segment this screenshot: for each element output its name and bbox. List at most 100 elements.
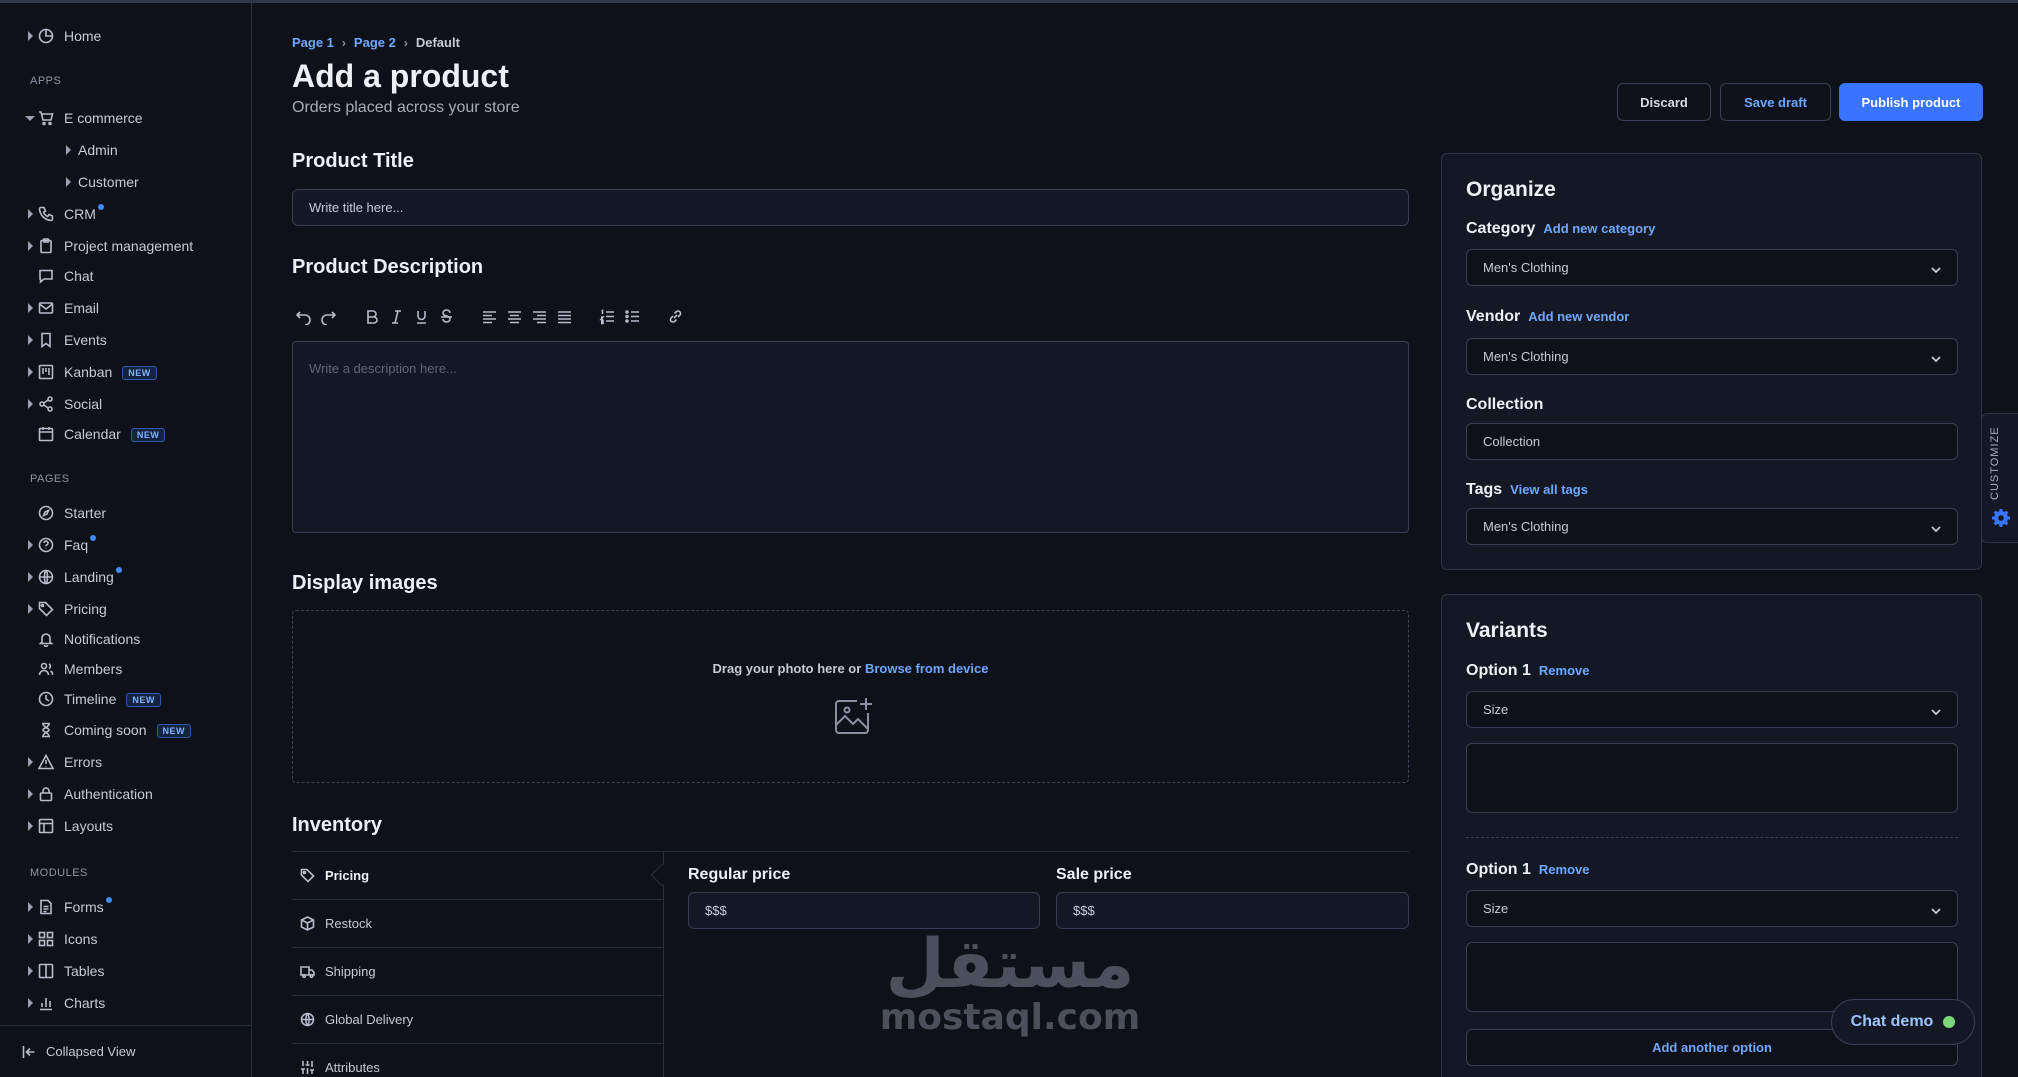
online-status-dot xyxy=(1943,1016,1956,1028)
caret-right-icon[interactable] xyxy=(28,757,33,767)
top-border xyxy=(0,0,2018,3)
caret-down-icon[interactable] xyxy=(25,116,35,121)
discard-button[interactable]: Discard xyxy=(1617,83,1711,121)
caret-right-icon[interactable] xyxy=(28,789,33,799)
breadcrumb-page2[interactable]: Page 2 xyxy=(354,35,396,50)
product-description-label: Product Description xyxy=(292,256,484,278)
vendor-select[interactable]: Men's Clothing xyxy=(1466,338,1958,375)
tags-value: Men's Clothing xyxy=(1483,519,1569,534)
option-value: Size xyxy=(1483,901,1509,916)
share-icon xyxy=(38,396,54,412)
collapsed-view-label: Collapsed View xyxy=(46,1044,136,1059)
remove-option-link[interactable]: Remove xyxy=(1539,663,1590,678)
tab-restock[interactable]: Restock xyxy=(292,900,664,948)
bullet-list-icon[interactable] xyxy=(621,305,643,327)
sidebar-item-label: Home xyxy=(64,28,102,44)
caret-right-icon[interactable] xyxy=(28,31,33,41)
image-dropzone[interactable]: Drag your photo here or Browse from devi… xyxy=(292,610,1409,783)
tags-select[interactable]: Men's Clothing xyxy=(1466,508,1958,545)
remove-option-link[interactable]: Remove xyxy=(1539,862,1590,877)
add-new-category-link[interactable]: Add new category xyxy=(1543,221,1655,236)
breadcrumb-page1[interactable]: Page 1 xyxy=(292,35,334,50)
tab-pricing[interactable]: Pricing xyxy=(292,852,664,900)
caret-right-icon[interactable] xyxy=(28,966,33,976)
customize-label: CUSTOMIZE xyxy=(1989,426,2001,500)
strikethrough-icon[interactable] xyxy=(435,305,457,327)
caret-right-icon[interactable] xyxy=(28,604,33,614)
caret-right-icon[interactable] xyxy=(28,209,33,219)
option-values-textarea[interactable] xyxy=(1466,743,1958,813)
italic-icon[interactable] xyxy=(385,305,407,327)
option-label-text: Option 1 xyxy=(1466,861,1531,878)
inventory-tabs: Pricing Restock Shipping Global Delivery… xyxy=(292,852,664,1077)
caret-right-icon[interactable] xyxy=(28,821,33,831)
caret-right-icon[interactable] xyxy=(28,241,33,251)
caret-right-icon[interactable] xyxy=(28,335,33,345)
display-images-label: Display images xyxy=(292,572,438,594)
notification-dot xyxy=(105,897,112,903)
align-center-icon[interactable] xyxy=(503,305,525,327)
redo-icon[interactable] xyxy=(317,305,339,327)
category-select[interactable]: Men's Clothing xyxy=(1466,249,1958,286)
sidebar-item-label: Faq xyxy=(64,537,89,553)
product-title-placeholder: Write title here... xyxy=(309,200,404,215)
organize-card: Organize Category Add new category Men's … xyxy=(1441,153,1982,570)
regular-price-input[interactable]: $$$ xyxy=(688,892,1040,929)
caret-right-icon[interactable] xyxy=(28,399,33,409)
option-select[interactable]: Size xyxy=(1466,890,1958,927)
tab-global-delivery[interactable]: Global Delivery xyxy=(292,996,664,1044)
collection-placeholder: Collection xyxy=(1483,434,1541,449)
caret-right-icon[interactable] xyxy=(28,540,33,550)
save-draft-button[interactable]: Save draft xyxy=(1720,83,1831,121)
section-apps: APPS xyxy=(30,75,62,87)
vendor-label-text: Vendor xyxy=(1466,308,1521,325)
tab-shipping[interactable]: Shipping xyxy=(292,948,664,996)
caret-right-icon[interactable] xyxy=(28,998,33,1008)
align-right-icon[interactable] xyxy=(528,305,550,327)
caret-right-icon[interactable] xyxy=(28,934,33,944)
caret-right-icon[interactable] xyxy=(66,145,71,155)
caret-right-icon[interactable] xyxy=(28,902,33,912)
dropzone-text: Drag your photo here or Browse from devi… xyxy=(293,661,1408,676)
browse-from-device-link[interactable]: Browse from device xyxy=(865,661,989,676)
add-new-vendor-link[interactable]: Add new vendor xyxy=(1528,309,1629,324)
category-value: Men's Clothing xyxy=(1483,260,1569,275)
truck-icon xyxy=(300,966,315,979)
chat-demo-button[interactable]: Chat demo xyxy=(1831,999,1975,1045)
sidebar-item-label: Starter xyxy=(64,505,107,521)
link-icon[interactable] xyxy=(664,305,686,327)
caret-right-icon[interactable] xyxy=(66,177,71,187)
tab-attributes[interactable]: Attributes xyxy=(292,1044,664,1077)
chevron-down-icon xyxy=(1931,705,1941,716)
align-left-icon[interactable] xyxy=(478,305,500,327)
add-another-option-label: Add another option xyxy=(1652,1040,1772,1055)
bold-icon[interactable] xyxy=(360,305,382,327)
collection-input[interactable]: Collection xyxy=(1466,423,1958,460)
tag-icon xyxy=(38,601,54,617)
package-icon xyxy=(300,916,315,931)
product-title-input[interactable]: Write title here... xyxy=(292,189,1409,226)
tab-label: Attributes xyxy=(325,1060,380,1075)
caret-right-icon[interactable] xyxy=(28,367,33,377)
view-all-tags-link[interactable]: View all tags xyxy=(1510,482,1588,497)
sale-price-input[interactable]: $$$ xyxy=(1056,892,1409,929)
customize-panel-toggle[interactable]: CUSTOMIZE xyxy=(1981,413,2018,543)
regular-price-placeholder: $$$ xyxy=(705,903,727,918)
ordered-list-icon[interactable] xyxy=(596,305,618,327)
publish-product-button[interactable]: Publish product xyxy=(1839,83,1983,121)
collapsed-view-button[interactable]: Collapsed View xyxy=(0,1025,252,1077)
sidebar-item-label: Kanban xyxy=(64,364,113,380)
gear-icon xyxy=(1991,508,2011,528)
align-justify-icon[interactable] xyxy=(553,305,575,327)
undo-icon[interactable] xyxy=(292,305,314,327)
caret-right-icon[interactable] xyxy=(28,572,33,582)
option-select[interactable]: Size xyxy=(1466,691,1958,728)
sidebar-item-label: Customer xyxy=(78,174,139,190)
sidebar-item-label: E commerce xyxy=(64,110,143,126)
vendor-value: Men's Clothing xyxy=(1483,349,1569,364)
caret-right-icon[interactable] xyxy=(28,303,33,313)
clock-icon xyxy=(38,691,54,707)
bookmark-icon xyxy=(38,332,54,349)
underline-icon[interactable] xyxy=(410,305,432,327)
description-editor[interactable]: Write a description here... xyxy=(292,341,1409,533)
